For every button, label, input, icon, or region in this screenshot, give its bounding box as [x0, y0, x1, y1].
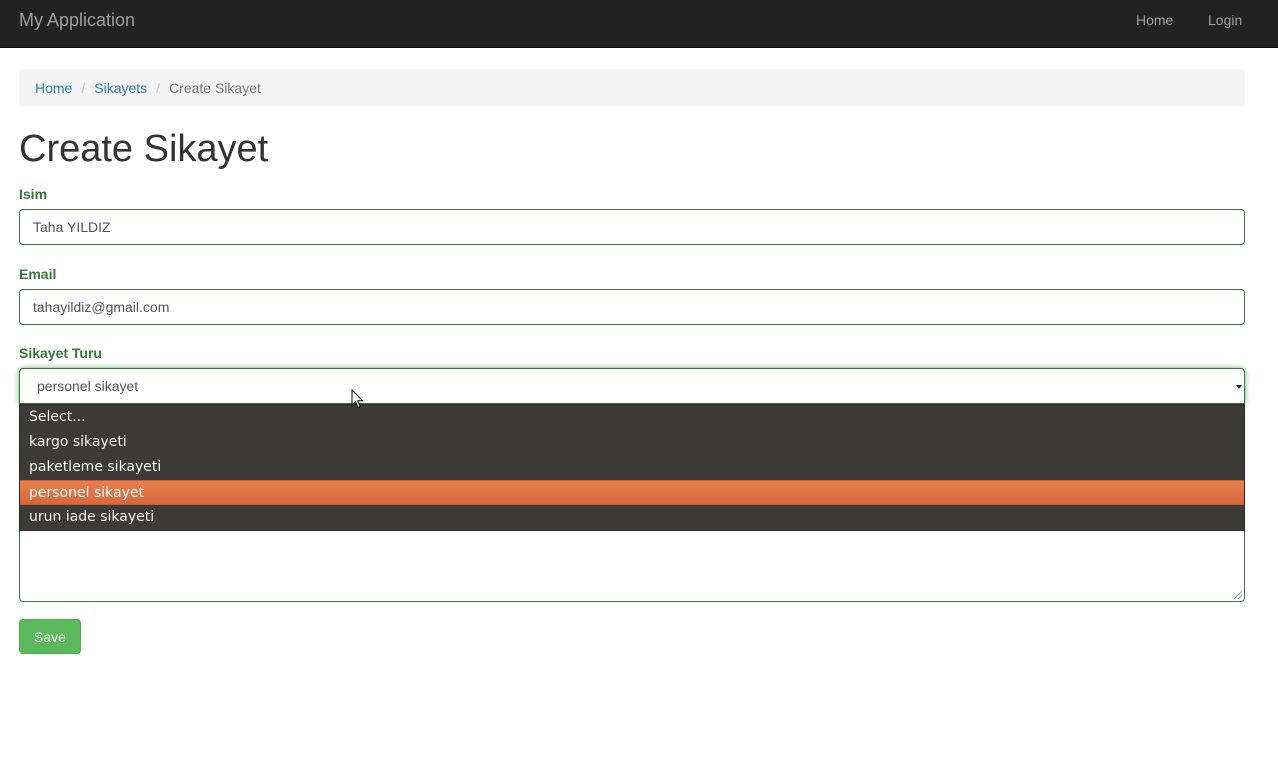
- dropdown-option[interactable]: Select...: [20, 405, 1244, 430]
- sikayet-turu-selected-value: personel sikayet: [37, 378, 139, 394]
- breadcrumb-separator: /: [81, 79, 86, 96]
- breadcrumb-separator: /: [156, 79, 161, 96]
- breadcrumb-home-link[interactable]: Home: [35, 80, 72, 96]
- breadcrumb-current: Create Sikayet: [169, 79, 261, 96]
- isim-input[interactable]: Taha YILDIZ: [19, 209, 1245, 245]
- email-input-value: tahayildiz@gmail.com: [33, 299, 170, 315]
- dropdown-option[interactable]: urun iade sikayeti: [20, 505, 1244, 530]
- aciklama-textarea[interactable]: [19, 520, 1245, 602]
- email-input[interactable]: tahayildiz@gmail.com: [19, 289, 1245, 325]
- breadcrumb: Home / Sikayets / Create Sikayet: [19, 69, 1245, 106]
- dropdown-option[interactable]: kargo sikayeti: [20, 430, 1244, 455]
- isim-label: Isim: [19, 186, 48, 202]
- mouse-pointer-icon: [351, 389, 364, 409]
- nav-login-link[interactable]: Login: [1208, 12, 1242, 28]
- dropdown-arrow-icon: [1236, 377, 1242, 397]
- dropdown-option[interactable]: paketleme sikayeti: [20, 455, 1244, 480]
- email-label: Email: [19, 266, 57, 282]
- resize-grip-icon[interactable]: [1234, 591, 1242, 599]
- isim-input-value: Taha YILDIZ: [33, 219, 111, 235]
- page-title: Create Sikayet: [19, 128, 269, 170]
- dropdown-option-selected[interactable]: personel sikayet: [20, 480, 1244, 505]
- sikayet-turu-label: Sikayet Turu: [19, 345, 102, 361]
- sikayet-turu-select[interactable]: personel sikayet: [19, 368, 1245, 404]
- app-brand-link[interactable]: My Application: [19, 10, 135, 30]
- breadcrumb-sikayets-link[interactable]: Sikayets: [94, 80, 147, 96]
- sikayet-turu-dropdown-list: Select... kargo sikayeti paketleme sikay…: [19, 404, 1245, 531]
- nav-home-link[interactable]: Home: [1136, 12, 1173, 28]
- save-button[interactable]: Save: [19, 619, 81, 654]
- top-navbar: My Application Home Login: [0, 0, 1278, 48]
